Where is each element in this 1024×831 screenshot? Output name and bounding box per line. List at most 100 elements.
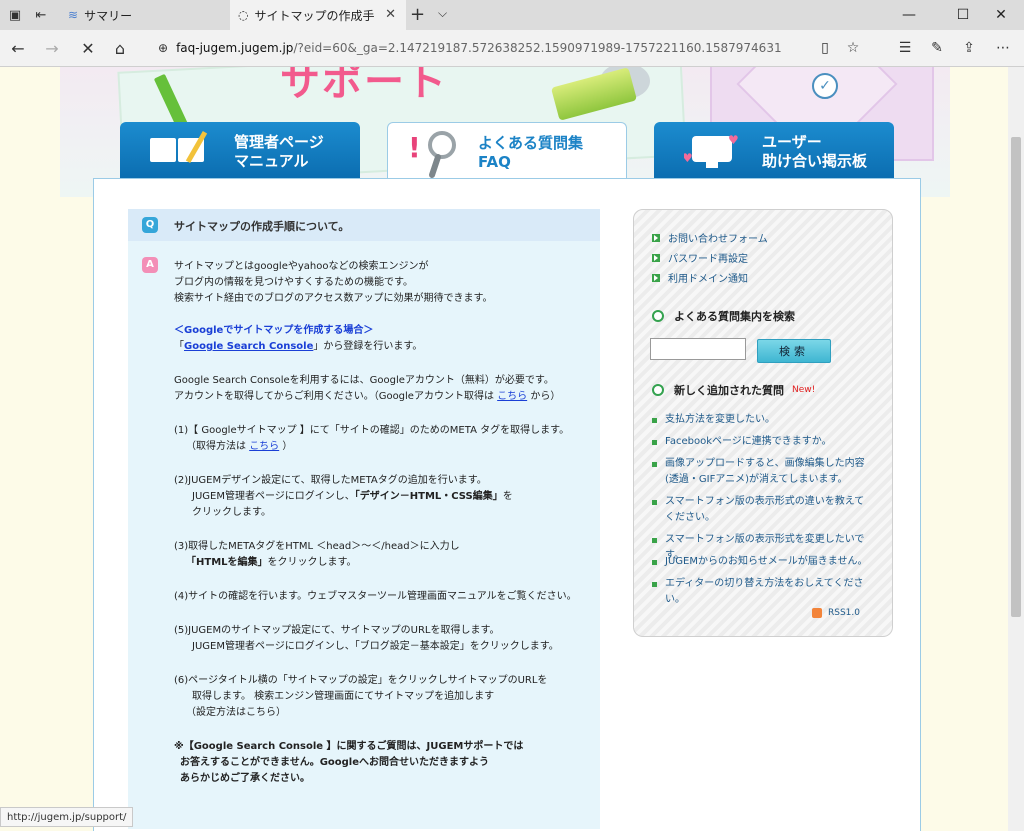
nav-tab-label: マニュアル: [234, 152, 309, 170]
arrow-icon: [652, 233, 660, 242]
back-icon[interactable]: ←: [8, 38, 28, 58]
google-search-console-link[interactable]: Google Search Console: [184, 341, 313, 352]
loading-spinner-icon: ◌: [238, 8, 249, 22]
magnifier-icon: !: [408, 131, 456, 178]
method-link[interactable]: こちら: [249, 441, 279, 452]
bullet-icon: [652, 418, 657, 423]
search-heading-label: よくある質問集内を検索: [674, 310, 795, 323]
page-icon: ≋: [68, 8, 79, 22]
answer-text: 」から登録を行います。: [313, 341, 423, 352]
tab-label: サマリー: [84, 8, 133, 23]
chevron-down-icon[interactable]: ⌵: [438, 6, 447, 21]
google-account-link[interactable]: こちら: [497, 391, 527, 402]
sidebar: お問い合わせフォーム パスワード再設定 利用ドメイン通知 よくある質問集内を検索…: [633, 209, 893, 637]
question-bar: Q サイトマップの作成手順について。: [128, 209, 600, 241]
new-question-link[interactable]: 画像アップロードすると、画像編集した内容(透過・GIFアニメ)が消えてしまいます…: [652, 456, 872, 488]
new-question-link[interactable]: 支払方法を変更したい。: [652, 412, 872, 428]
answer-text: JUGEM管理者ページにログインし、: [192, 491, 355, 502]
sidebar-link-label: 利用ドメイン通知: [668, 274, 748, 285]
sidebar-link-label: お問い合わせフォーム: [668, 234, 768, 245]
nav-tab-label: ユーザー: [762, 133, 822, 151]
new-question-link[interactable]: JUGEMからのお知らせメールが届きません。: [652, 554, 872, 570]
new-question-link[interactable]: スマートフォン版の表示形式の違いを教えてください。: [652, 494, 872, 526]
new-questions-label: 新しく追加された質問: [674, 384, 784, 397]
forward-icon[interactable]: →: [42, 38, 62, 58]
answer-text: JUGEM管理者ページにログインし、「デザイン－HTML・CSS編集」を: [192, 489, 513, 505]
bullet-icon: [652, 582, 657, 587]
question-badge: Q: [142, 217, 158, 233]
pen-icon[interactable]: ✎: [926, 38, 948, 58]
answer-text: アカウントを取得してからご利用ください。（Googleアカウント取得は こちら …: [174, 389, 560, 405]
bullet-icon: [652, 440, 657, 445]
nav-tab-label: 管理者ページ: [234, 133, 324, 151]
step-1: (1)【 Googleサイトマップ 】にて「サイトの確認」のためのMETA タグ…: [174, 425, 570, 436]
nav-tab-label: 助け合い掲示板: [762, 152, 868, 170]
search-heading: よくある質問集内を検索: [652, 308, 795, 324]
sidebar-link-contact[interactable]: お問い合わせフォーム: [652, 230, 768, 245]
svg-text:!: !: [408, 131, 421, 164]
arrow-icon: [652, 253, 660, 262]
close-tab-icon[interactable]: ✕: [385, 7, 396, 22]
close-window-icon[interactable]: ✕: [978, 0, 1024, 30]
new-question-label: スマートフォン版の表示形式の違いを教えてください。: [665, 496, 865, 523]
new-badge: New!: [792, 385, 816, 395]
note-text: お答えすることができません。Googleへお問合せいただきますよう: [180, 757, 490, 768]
faq-search-input[interactable]: [650, 338, 746, 360]
answer-text: （取得方法は こちら ）: [186, 439, 292, 455]
tab-sitemap[interactable]: ◌ サイトマップの作成手順につ ✕: [230, 0, 406, 30]
minimize-icon[interactable]: —: [886, 0, 932, 30]
new-question-link[interactable]: エディターの切り替え方法をおしえてください。: [652, 576, 872, 608]
google-heading: ＜Googleでサイトマップを作成する場合＞: [174, 325, 374, 336]
tab-summary[interactable]: ≋ サマリー: [60, 0, 228, 30]
reading-view-icon[interactable]: ▯: [814, 38, 836, 58]
step-6: (6)ページタイトル横の「サイトマップの設定」をクリックしサイトマップのURLを: [174, 675, 548, 686]
check-icon: ✓: [812, 73, 838, 99]
step-3: (3)取得したMETAタグをHTML ＜head＞～＜/head＞に入力し: [174, 541, 460, 552]
arrow-icon: [652, 273, 660, 282]
url-path: /?eid=60&_ga=2.147219187.572638252.15909…: [293, 41, 782, 55]
banner-title: サポート: [280, 67, 448, 105]
nav-tab-admin-manual[interactable]: 管理者ページ マニュアル: [120, 122, 360, 179]
more-icon[interactable]: ⋯: [992, 38, 1014, 58]
address-input[interactable]: ⊕ faq-jugem.jugem.jp /?eid=60&_ga=2.1472…: [158, 37, 874, 59]
set-aside-tabs-icon[interactable]: ⇤: [32, 6, 50, 24]
answer-text: Google Search Consoleを利用するには、Googleアカウント…: [174, 375, 554, 386]
tab-actions-icon[interactable]: ▣: [6, 6, 24, 24]
sidebar-link-domain[interactable]: 利用ドメイン通知: [652, 270, 748, 285]
search-button[interactable]: 検索: [757, 339, 831, 363]
new-question-label: 支払方法を変更したい。: [665, 414, 775, 425]
nav-tab-faq[interactable]: ! よくある質問集 FAQ: [387, 122, 627, 180]
favorites-list-icon[interactable]: ☰: [894, 38, 916, 58]
status-bar: http://jugem.jp/support/: [0, 807, 134, 827]
answer-text: 「Google Search Console」から登録を行います。: [174, 339, 422, 355]
answer-text: を: [502, 491, 513, 502]
favorite-star-icon[interactable]: ☆: [842, 38, 864, 58]
answer-text: 「HTMLを編集」: [186, 557, 268, 568]
stop-icon[interactable]: ✕: [78, 38, 98, 58]
address-toolbar: ← → ✕ ⌂ ⊕ faq-jugem.jugem.jp /?eid=60&_g…: [0, 30, 1024, 67]
note-text: あらかじめご了承ください。: [180, 773, 310, 784]
answer-text: ）: [279, 441, 293, 452]
answer-text: （取得方法は: [186, 441, 250, 452]
new-tab-icon[interactable]: +: [410, 4, 425, 25]
nav-tab-user-board[interactable]: ♥ ♥ ユーザー 助け合い掲示板: [654, 122, 894, 179]
book-icon: [148, 131, 208, 166]
vertical-scrollbar[interactable]: [1008, 67, 1024, 831]
share-icon[interactable]: ⇪: [958, 38, 980, 58]
answer-badge: A: [142, 257, 158, 273]
sidebar-link-password[interactable]: パスワード再設定: [652, 250, 748, 265]
bracket-open: 「: [174, 341, 184, 352]
bullet-icon: [652, 538, 657, 543]
new-question-label: Facebookページに連携できますか。: [665, 436, 832, 447]
rss-link[interactable]: RSS1.0: [812, 608, 860, 618]
new-question-label: JUGEMからのお知らせメールが届きません。: [665, 556, 868, 567]
bullet-icon: [652, 500, 657, 505]
new-question-link[interactable]: Facebookページに連携できますか。: [652, 434, 872, 450]
home-icon[interactable]: ⌂: [110, 38, 130, 58]
sidebar-link-label: パスワード再設定: [668, 254, 748, 265]
web-page: サポート ✓ 管理者ページ マニュアル ! よくある質問集 FAQ ♥ ♥ ユー…: [0, 67, 1008, 831]
scrollbar-thumb[interactable]: [1011, 137, 1021, 617]
faq-entry: Q サイトマップの作成手順について。 A サイトマップとはgoogleやyaho…: [128, 209, 600, 829]
new-questions-heading: 新しく追加された質問 New!: [652, 382, 815, 398]
bullet-ring-icon: [652, 310, 664, 322]
